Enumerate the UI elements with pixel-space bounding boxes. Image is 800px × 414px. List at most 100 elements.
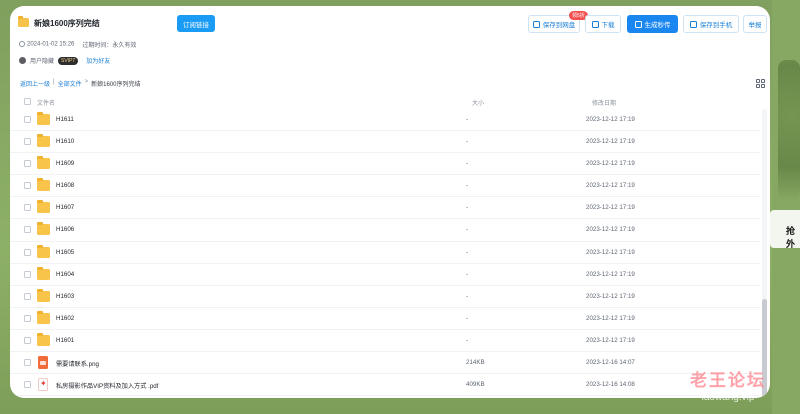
file-name[interactable]: H1607: [56, 204, 74, 211]
background-strip: [772, 0, 800, 414]
file-size: 409KB: [466, 381, 485, 389]
folder-icon: [18, 16, 29, 27]
file-date: 2023-12-12 17:19: [586, 204, 635, 212]
svip-badge: SVIP7: [58, 56, 79, 65]
table-header: 文件名 大小 修改日期: [10, 95, 760, 109]
file-name[interactable]: 需要请联系.png: [56, 359, 99, 368]
file-size: -: [466, 314, 469, 322]
file-name[interactable]: H1608: [56, 182, 74, 189]
cloud-save-icon: [532, 20, 540, 28]
download-icon: [591, 20, 599, 28]
file-size: 214KB: [466, 359, 485, 367]
subscribe-button[interactable]: 订阅链接: [177, 15, 215, 32]
table-row[interactable]: 私房摄影作品VIP资料及加入方式 .pdf 409KB 2023-12-16 14:…: [10, 374, 760, 397]
file-date: 2023-12-12 17:19: [586, 292, 635, 300]
folder-icon: [37, 222, 50, 236]
row-checkbox[interactable]: [24, 292, 31, 300]
breadcrumb-all-files[interactable]: 全部文件: [58, 79, 82, 88]
expiry-text: 过期时间：永久有效: [82, 43, 137, 49]
file-name[interactable]: H1606: [56, 226, 74, 233]
file-date: 2023-12-12 17:19: [586, 248, 635, 256]
table-row[interactable]: H1608 - 2023-12-12 17:19: [10, 175, 760, 198]
table-row[interactable]: H1607 - 2023-12-12 17:19: [10, 197, 760, 220]
table-row[interactable]: H1606 - 2023-12-12 17:19: [10, 219, 760, 242]
file-size: -: [466, 270, 469, 278]
breadcrumb-separator: |: [53, 79, 55, 85]
download-button[interactable]: 下载: [585, 15, 621, 33]
share-date: 2024-01-02 15:26: [19, 41, 74, 48]
header: 新娘1600序列完结 订阅链接 保存到网盘 领5折 下载 生成秒传 保存到手机 …: [10, 6, 770, 40]
file-list: H1611 - 2023-12-12 17:19 H1610 - 2023-12-12 …: [10, 109, 760, 397]
folder-icon: [37, 200, 50, 214]
file-date: 2023-12-12 17:19: [586, 138, 635, 146]
background-tree-image: [778, 60, 800, 200]
file-size: -: [466, 160, 469, 168]
image-file-icon: [38, 356, 48, 370]
select-all-checkbox[interactable]: [24, 98, 31, 105]
side-panel[interactable]: 抢外: [770, 210, 800, 249]
row-checkbox[interactable]: [24, 138, 31, 146]
add-friend-link[interactable]: 加为好友: [86, 56, 110, 65]
row-checkbox[interactable]: [24, 270, 31, 278]
file-name[interactable]: H1611: [56, 116, 74, 123]
file-name[interactable]: H1602: [56, 315, 74, 322]
file-date: 2023-12-12 17:19: [586, 182, 635, 190]
file-date: 2023-12-12 17:19: [586, 160, 635, 168]
row-checkbox[interactable]: [24, 314, 31, 322]
folder-icon: [37, 266, 50, 280]
scrollbar[interactable]: [762, 109, 767, 398]
file-date: 2023-12-12 17:19: [586, 314, 635, 322]
row-checkbox[interactable]: [24, 248, 31, 256]
grid-view-icon[interactable]: [756, 79, 765, 88]
folder-icon: [37, 156, 50, 170]
watermark: 老王论坛 laowang.vip: [690, 366, 766, 403]
column-header-date[interactable]: 修改日期: [592, 98, 616, 107]
file-date: 2023-12-16 14:07: [586, 359, 635, 367]
table-row[interactable]: H1605 - 2023-12-12 17:19: [10, 242, 760, 264]
file-name[interactable]: H1603: [56, 293, 74, 300]
column-header-size[interactable]: 大小: [472, 98, 484, 107]
table-row[interactable]: H1610 - 2023-12-12 17:19: [10, 131, 760, 154]
row-checkbox[interactable]: [24, 226, 31, 234]
row-checkbox[interactable]: [24, 116, 31, 123]
save-to-phone-label: 保存到手机: [699, 22, 733, 29]
breadcrumb: 返回上一级 | 全部文件 > 新娘1600序列完结: [20, 79, 140, 88]
table-row[interactable]: 需要请联系.png 214KB 2023-12-16 14:07: [10, 352, 760, 375]
file-share-card: 新娘1600序列完结 订阅链接 保存到网盘 领5折 下载 生成秒传 保存到手机 …: [10, 6, 770, 398]
generate-button[interactable]: 生成秒传: [627, 15, 678, 33]
folder-icon: [37, 332, 50, 346]
table-row[interactable]: H1602 - 2023-12-12 17:19: [10, 308, 760, 330]
file-name[interactable]: H1609: [56, 160, 74, 167]
generate-label: 生成秒传: [644, 22, 671, 29]
column-header-name[interactable]: 文件名: [37, 98, 55, 107]
table-row[interactable]: H1603 - 2023-12-12 17:19: [10, 286, 760, 308]
table-row[interactable]: H1611 - 2023-12-12 17:19: [10, 109, 760, 132]
file-name[interactable]: H1605: [56, 249, 74, 256]
file-date: 2023-12-12 17:19: [586, 336, 635, 344]
clock-icon: [19, 41, 25, 48]
breadcrumb-current: 新娘1600序列完结: [91, 82, 141, 88]
row-checkbox[interactable]: [24, 160, 31, 168]
row-checkbox[interactable]: [24, 336, 31, 344]
table-row[interactable]: H1609 - 2023-12-12 17:19: [10, 153, 760, 176]
file-name[interactable]: H1610: [56, 138, 74, 145]
page-title: 新娘1600序列完结: [34, 19, 100, 28]
breadcrumb-back[interactable]: 返回上一级: [20, 79, 50, 88]
save-to-phone-button[interactable]: 保存到手机: [683, 15, 739, 33]
file-name[interactable]: H1604: [56, 271, 74, 278]
table-row[interactable]: H1601 - 2023-12-12 17:19: [10, 330, 760, 353]
row-checkbox[interactable]: [24, 204, 31, 212]
table-row[interactable]: H1604 - 2023-12-12 17:19: [10, 264, 760, 286]
folder-icon: [37, 178, 50, 192]
file-size: -: [466, 292, 469, 300]
file-name[interactable]: H1601: [56, 337, 74, 344]
watermark-title: 老王论坛: [690, 371, 766, 390]
row-checkbox[interactable]: [24, 359, 31, 367]
file-name[interactable]: 私房摄影作品VIP资料及加入方式 .pdf: [56, 381, 158, 390]
sharer-info: 用户隐藏 SVIP7 加为好友: [19, 56, 110, 65]
file-size: -: [466, 182, 469, 190]
row-checkbox[interactable]: [24, 381, 31, 389]
row-checkbox[interactable]: [24, 182, 31, 190]
report-button[interactable]: 举报: [743, 15, 767, 33]
folder-icon: [37, 244, 50, 258]
